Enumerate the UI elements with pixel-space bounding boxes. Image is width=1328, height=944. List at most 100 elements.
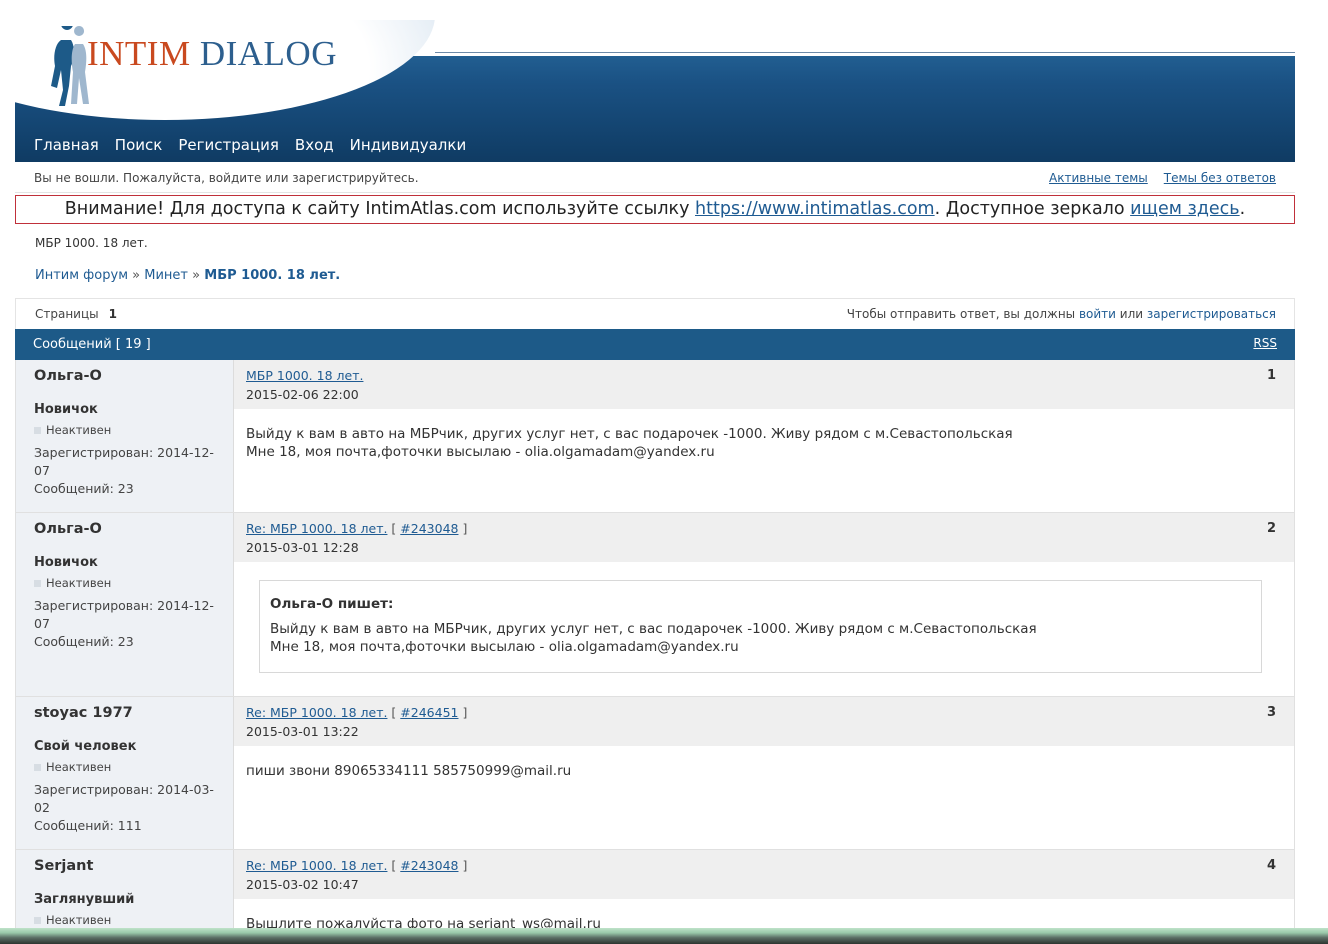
status-dot-icon bbox=[34, 426, 41, 434]
author-name[interactable]: Ольга-О bbox=[34, 521, 215, 537]
post-ref-link[interactable]: #243048 bbox=[400, 858, 458, 873]
post-number[interactable]: 3 bbox=[1267, 705, 1276, 720]
author-rank: Новичок bbox=[34, 402, 98, 417]
login-link[interactable]: войти bbox=[1079, 307, 1116, 321]
post-header: Re: МБР 1000. 18 лет. [ #243048 ] 2015-0… bbox=[234, 513, 1294, 562]
author-registered: Зарегистрирован: 2014-03-02 bbox=[34, 782, 214, 815]
topic-header-bar: Сообщений [ 19 ] RSS bbox=[15, 329, 1295, 360]
reply-notice-or: или bbox=[1115, 307, 1147, 321]
author-post-count: Сообщений: 23 bbox=[34, 634, 134, 649]
window-bottom-edge bbox=[0, 928, 1328, 944]
active-topics-link[interactable]: Активные темы bbox=[1049, 171, 1148, 185]
author-name[interactable]: Serjant bbox=[34, 858, 215, 874]
author-registered: Зарегистрирован: 2014-12-07 bbox=[34, 598, 214, 631]
logo-word-dialog: DIALOG bbox=[199, 34, 337, 73]
post-title: Re: МБР 1000. 18 лет. [ #243048 ] bbox=[246, 858, 468, 873]
status-links: Активные темы Темы без ответов bbox=[1049, 171, 1276, 185]
post-header: Re: МБР 1000. 18 лет. [ #246451 ] 2015-0… bbox=[234, 697, 1294, 746]
post-date: 2015-03-01 12:28 bbox=[246, 540, 359, 555]
online-status: Неактивен bbox=[34, 423, 215, 437]
post-number[interactable]: 1 bbox=[1267, 368, 1276, 383]
nav-login[interactable]: Вход bbox=[295, 136, 334, 154]
online-status: Неактивен bbox=[34, 576, 215, 590]
post-header: Re: МБР 1000. 18 лет. [ #243048 ] 2015-0… bbox=[234, 850, 1294, 899]
post-title: Re: МБР 1000. 18 лет. [ #246451 ] bbox=[246, 705, 468, 720]
quote-text-line: Мне 18, моя почта,фоточки высылаю - olia… bbox=[270, 639, 739, 655]
post-ref-link[interactable]: #243048 bbox=[400, 521, 458, 536]
breadcrumb-forum[interactable]: Интим форум bbox=[35, 268, 128, 283]
announcement-middle: . Доступное зеркало bbox=[934, 199, 1131, 219]
mirror-link[interactable]: ищем здесь bbox=[1130, 199, 1240, 219]
post: Ольга-О Новичок Неактивен Зарегистрирова… bbox=[15, 360, 1295, 513]
post-number[interactable]: 4 bbox=[1267, 858, 1276, 873]
post-content: МБР 1000. 18 лет. 2015-02-06 22:00 1 Вый… bbox=[234, 360, 1294, 512]
post-author-panel: Ольга-О Новичок Неактивен Зарегистрирова… bbox=[16, 513, 234, 696]
post: Ольга-О Новичок Неактивен Зарегистрирова… bbox=[15, 513, 1295, 697]
online-status-text: Неактивен bbox=[46, 913, 112, 927]
author-post-count: Сообщений: 111 bbox=[34, 818, 142, 833]
nav-register[interactable]: Регистрация bbox=[178, 136, 279, 154]
site-logo[interactable]: INTIM DIALOG bbox=[87, 34, 337, 74]
post-body: Ольга-О пишет: Выйду к вам в авто на МБР… bbox=[234, 562, 1294, 696]
quote-text-line: Выйду к вам в авто на МБРчик, других усл… bbox=[270, 621, 1037, 637]
pages-label: Страницы bbox=[35, 307, 99, 321]
author-rank: Заглянувший bbox=[34, 892, 135, 907]
intimatlas-link[interactable]: https://www.intimatlas.com bbox=[695, 199, 935, 219]
reply-notice-text: Чтобы отправить ответ, вы должны bbox=[846, 307, 1079, 321]
post: stoyac 1977 Свой человек Неактивен Зарег… bbox=[15, 697, 1295, 850]
online-status: Неактивен bbox=[34, 760, 215, 774]
online-status: Неактивен bbox=[34, 913, 215, 927]
post-text-line: Выйду к вам в авто на МБРчик, других усл… bbox=[246, 426, 1013, 442]
post-title-link[interactable]: Re: МБР 1000. 18 лет. bbox=[246, 705, 387, 720]
status-dot-icon bbox=[34, 763, 41, 771]
announcement-suffix: . bbox=[1239, 199, 1246, 219]
logo-word-intim: INTIM bbox=[87, 34, 191, 73]
breadcrumb-separator: » bbox=[192, 268, 201, 283]
nav-search[interactable]: Поиск bbox=[115, 136, 163, 154]
post-body: Выйду к вам в авто на МБРчик, других усл… bbox=[234, 409, 1294, 512]
post-title-link[interactable]: Re: МБР 1000. 18 лет. bbox=[246, 521, 387, 536]
online-status-text: Неактивен bbox=[46, 760, 112, 774]
rss-link[interactable]: RSS bbox=[1253, 336, 1277, 350]
breadcrumb: Интим форум » Минет » МБР 1000. 18 лет. bbox=[35, 268, 340, 283]
post-title: Re: МБР 1000. 18 лет. [ #243048 ] bbox=[246, 521, 468, 536]
current-page: 1 bbox=[108, 307, 117, 321]
quote-author: Ольга-О пишет: bbox=[270, 596, 394, 612]
post-content: Re: МБР 1000. 18 лет. [ #246451 ] 2015-0… bbox=[234, 697, 1294, 849]
main-nav: Главная Поиск Регистрация Вход Индивидуа… bbox=[34, 136, 466, 154]
post-body: пиши звони 89065334111 585750999@mail.ru bbox=[234, 746, 1294, 849]
unanswered-topics-link[interactable]: Темы без ответов bbox=[1164, 171, 1276, 185]
breadcrumb-current: МБР 1000. 18 лет. bbox=[204, 268, 341, 283]
announcement-prefix: Внимание! Для доступа к сайту IntimAtlas… bbox=[64, 199, 696, 219]
register-link[interactable]: зарегистрироваться bbox=[1147, 307, 1276, 321]
author-name[interactable]: Ольга-О bbox=[34, 368, 215, 384]
header-rule bbox=[435, 52, 1295, 53]
page-title: МБР 1000. 18 лет. bbox=[35, 236, 148, 250]
status-dot-icon bbox=[34, 916, 41, 924]
login-status-message: Вы не вошли. Пожалуйста, войдите или зар… bbox=[34, 171, 419, 185]
message-count: Сообщений [ 19 ] bbox=[33, 337, 151, 352]
author-post-count: Сообщений: 23 bbox=[34, 481, 134, 496]
author-rank: Новичок bbox=[34, 555, 98, 570]
post-text-line: пиши звони 89065334111 585750999@mail.ru bbox=[246, 763, 572, 779]
post-author-panel: stoyac 1977 Свой человек Неактивен Зарег… bbox=[16, 697, 234, 849]
nav-individuals[interactable]: Индивидуалки bbox=[350, 136, 467, 154]
breadcrumb-section[interactable]: Минет bbox=[144, 268, 188, 283]
post-title-link[interactable]: Re: МБР 1000. 18 лет. bbox=[246, 858, 387, 873]
post-header: МБР 1000. 18 лет. 2015-02-06 22:00 1 bbox=[234, 360, 1294, 409]
online-status-text: Неактивен bbox=[46, 576, 112, 590]
post-date: 2015-03-01 13:22 bbox=[246, 724, 359, 739]
pagination: Страницы 1 bbox=[35, 307, 117, 321]
post-title: МБР 1000. 18 лет. bbox=[246, 368, 1282, 383]
post-list: Ольга-О Новичок Неактивен Зарегистрирова… bbox=[15, 360, 1295, 944]
status-bar: Вы не вошли. Пожалуйста, войдите или зар… bbox=[15, 162, 1295, 193]
site-header: INTIM DIALOG Главная Поиск Регистрация В… bbox=[15, 20, 1295, 162]
post-number[interactable]: 2 bbox=[1267, 521, 1276, 536]
nav-home[interactable]: Главная bbox=[34, 136, 99, 154]
author-name[interactable]: stoyac 1977 bbox=[34, 705, 215, 721]
post-content: Re: МБР 1000. 18 лет. [ #243048 ] 2015-0… bbox=[234, 513, 1294, 696]
post-date: 2015-03-02 10:47 bbox=[246, 877, 359, 892]
post-ref-link[interactable]: #246451 bbox=[400, 705, 458, 720]
post-title-link[interactable]: МБР 1000. 18 лет. bbox=[246, 368, 363, 383]
pager-bar: Страницы 1 Чтобы отправить ответ, вы долж… bbox=[15, 298, 1295, 329]
